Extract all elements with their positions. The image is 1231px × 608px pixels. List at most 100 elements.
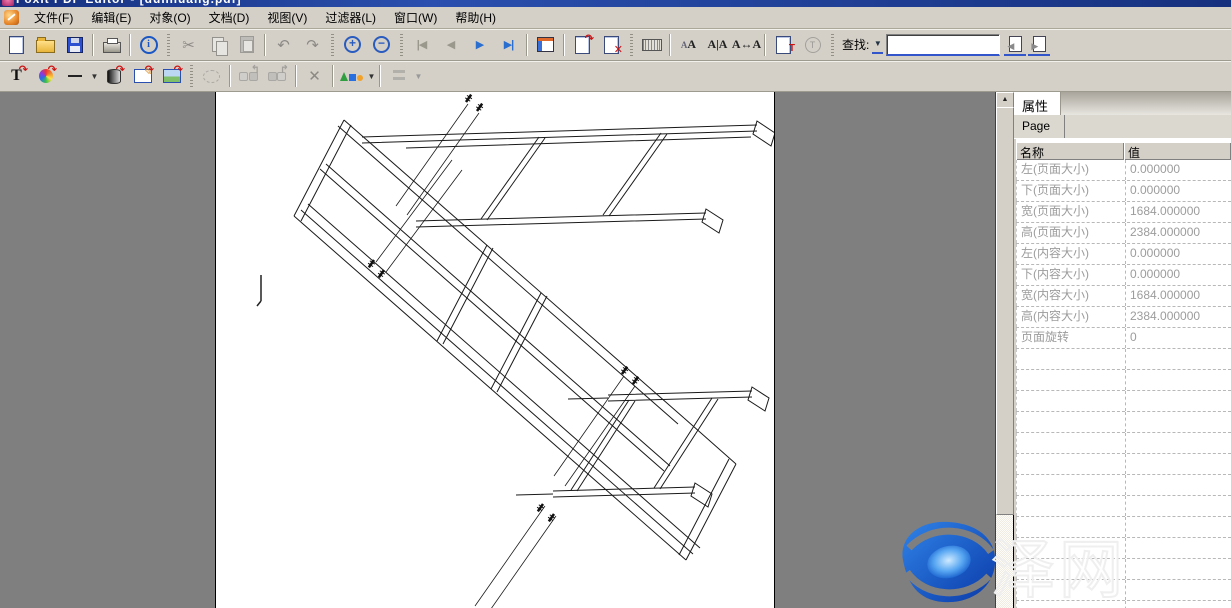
property-row-empty: [1016, 517, 1231, 538]
delete-object-button[interactable]: ✕: [301, 63, 328, 89]
open-file-button[interactable]: [32, 32, 59, 58]
column-header-value[interactable]: 值: [1124, 142, 1231, 160]
bring-to-front-button[interactable]: ↰: [235, 63, 262, 89]
page-canvas[interactable]: [215, 92, 775, 608]
menu-help[interactable]: 帮助(H): [446, 7, 505, 28]
property-row[interactable]: 左(页面大小)0.000000: [1016, 160, 1231, 181]
app-window-icon: [2, 0, 14, 6]
window-title: Foxit PDF Editor - [dunhuang.pdf]: [16, 0, 242, 6]
add-shape-button[interactable]: [338, 63, 365, 89]
last-page-button[interactable]: ▶|: [495, 32, 522, 58]
property-row[interactable]: 宽(内容大小)1684.000000: [1016, 286, 1231, 307]
text-cursor-mark: [257, 275, 261, 306]
property-row-empty: [1016, 475, 1231, 496]
copy-button[interactable]: [204, 32, 231, 58]
toolbar-grip[interactable]: [167, 34, 170, 56]
menu-file[interactable]: 文件(F): [25, 7, 82, 28]
separator: [379, 65, 381, 87]
find-input[interactable]: [886, 34, 1000, 56]
property-row[interactable]: 宽(页面大小)1684.000000: [1016, 202, 1231, 223]
add-text-object-button[interactable]: T: [770, 32, 797, 58]
delete-x-icon: ✕: [614, 43, 623, 56]
undo-icon: ↶: [277, 36, 290, 54]
text-mode-button[interactable]: T: [799, 32, 826, 58]
replace-font-button[interactable]: AA: [675, 32, 702, 58]
find-previous-button[interactable]: ◀: [1004, 33, 1026, 56]
shape-dropdown-button[interactable]: ▼: [367, 72, 376, 81]
add-shading-button[interactable]: ↷: [100, 63, 127, 89]
menu-filter[interactable]: 过滤器(L): [316, 7, 385, 28]
property-row-empty: [1016, 412, 1231, 433]
menu-document[interactable]: 文档(D): [200, 7, 259, 28]
menu-window[interactable]: 窗口(W): [385, 7, 446, 28]
text-spacing-button[interactable]: A↔A: [733, 32, 760, 58]
object-toolbar: T↷ ↷ ▼ ↷ ✎↷ ↷ ↰ ↱ ✕ ▼ ▼: [0, 61, 1231, 92]
edit-object-button[interactable]: [198, 63, 225, 89]
add-text-button[interactable]: T↷: [3, 63, 30, 89]
up-arrow-icon: ↰: [251, 63, 260, 76]
properties-table: 名称 值 左(页面大小)0.000000下(页面大小)0.000000宽(页面大…: [1016, 139, 1231, 608]
undo-button[interactable]: ↶: [270, 32, 297, 58]
edit-image-button[interactable]: ✎↷: [129, 63, 156, 89]
property-row[interactable]: 高(内容大小)2384.000000: [1016, 307, 1231, 328]
delete-page-button[interactable]: ✕: [598, 32, 625, 58]
rotate-arrow-icon: ↷: [585, 32, 594, 45]
find-label: 查找:: [842, 36, 869, 53]
align-dropdown-button[interactable]: ▼: [414, 72, 423, 81]
vertical-scrollbar[interactable]: ▲: [995, 92, 1013, 608]
property-row-empty: [1016, 538, 1231, 559]
first-page-icon: |◀: [417, 38, 427, 51]
property-row[interactable]: 下(页面大小)0.000000: [1016, 181, 1231, 202]
add-image-button[interactable]: ↷: [158, 63, 185, 89]
property-row[interactable]: 左(内容大小)0.000000: [1016, 244, 1231, 265]
zoom-out-button[interactable]: −: [368, 32, 395, 58]
property-row[interactable]: 页面旋转0: [1016, 328, 1231, 349]
toolbar-grip[interactable]: [190, 65, 193, 87]
find-next-button[interactable]: ▶: [1028, 33, 1050, 56]
print-button[interactable]: [98, 32, 125, 58]
line-dropdown-button[interactable]: ▼: [90, 72, 99, 81]
previous-page-button[interactable]: ◀: [437, 32, 464, 58]
add-color-button[interactable]: ↷: [32, 63, 59, 89]
rotate-page-button[interactable]: ↷: [569, 32, 596, 58]
first-page-button[interactable]: |◀: [408, 32, 435, 58]
cut-button[interactable]: ✂: [175, 32, 202, 58]
property-row[interactable]: 下(内容大小)0.000000: [1016, 265, 1231, 286]
toolbar-grip[interactable]: [331, 34, 334, 56]
down-arrow-icon: ↱: [280, 63, 289, 76]
match-font-button[interactable]: A|A: [704, 32, 731, 58]
toolbar-grip[interactable]: [630, 34, 633, 56]
find-dropdown-button[interactable]: ▼: [872, 35, 883, 54]
properties-tab[interactable]: 属性: [1014, 92, 1061, 115]
align-objects-button[interactable]: [385, 63, 412, 89]
column-header-name[interactable]: 名称: [1016, 142, 1124, 160]
scrollbar-thumb[interactable]: [996, 107, 1014, 515]
next-page-button[interactable]: ▶: [466, 32, 493, 58]
property-row-empty: [1016, 370, 1231, 391]
shapes-icon: [340, 72, 363, 81]
toolbar-grip[interactable]: [400, 34, 403, 56]
new-document-icon: [9, 36, 24, 54]
menu-view[interactable]: 视图(V): [258, 7, 316, 28]
new-document-button[interactable]: [3, 32, 30, 58]
cad-drawing: [216, 92, 774, 608]
zoom-in-button[interactable]: +: [339, 32, 366, 58]
document-info-button[interactable]: i: [135, 32, 162, 58]
page-setup-button[interactable]: [532, 32, 559, 58]
paste-button[interactable]: [233, 32, 260, 58]
title-bar: Foxit PDF Editor - [dunhuang.pdf]: [0, 0, 1231, 7]
menu-edit[interactable]: 编辑(E): [82, 7, 140, 28]
virtual-keyboard-button[interactable]: [638, 32, 665, 58]
toolbar-grip[interactable]: [831, 34, 834, 56]
property-row[interactable]: 高(页面大小)2384.000000: [1016, 223, 1231, 244]
redo-button[interactable]: ↷: [299, 32, 326, 58]
property-row-empty: [1016, 580, 1231, 601]
property-row-empty: [1016, 559, 1231, 580]
send-to-back-button[interactable]: ↱: [264, 63, 291, 89]
font-match-icon: A|A: [708, 37, 728, 52]
menu-object[interactable]: 对象(O): [140, 7, 199, 28]
main-toolbar: i ✂ ↶ ↷ + − |◀ ◀ ▶ ▶| ↷ ✕ AA A|A A↔A T T…: [0, 29, 1231, 61]
page-tab[interactable]: Page: [1014, 115, 1065, 138]
add-line-button[interactable]: [61, 63, 88, 89]
save-file-button[interactable]: [61, 32, 88, 58]
